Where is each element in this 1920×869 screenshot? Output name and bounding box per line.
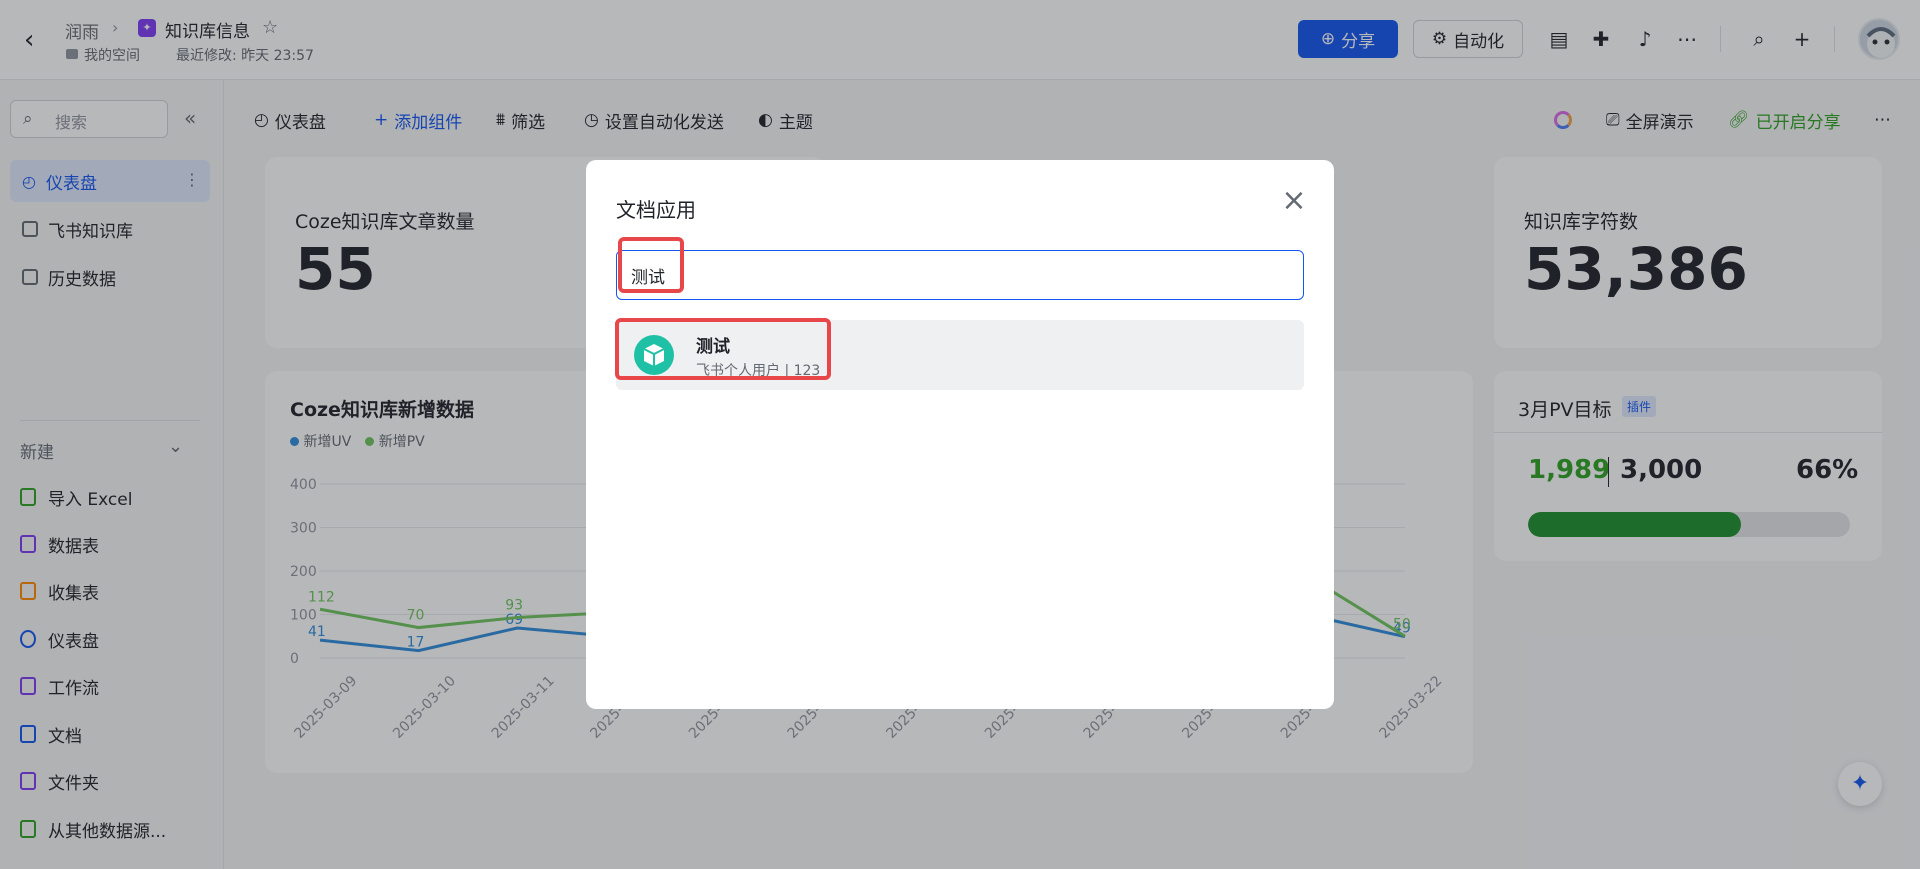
highlight-box bbox=[618, 237, 684, 293]
close-icon[interactable]: × bbox=[1278, 186, 1310, 218]
doc-app-dialog: 文档应用 × 测试 飞书个人用户 | 123 bbox=[586, 160, 1334, 709]
app-search-input[interactable] bbox=[616, 250, 1304, 300]
dialog-title: 文档应用 bbox=[616, 198, 696, 222]
highlight-box bbox=[615, 318, 831, 380]
